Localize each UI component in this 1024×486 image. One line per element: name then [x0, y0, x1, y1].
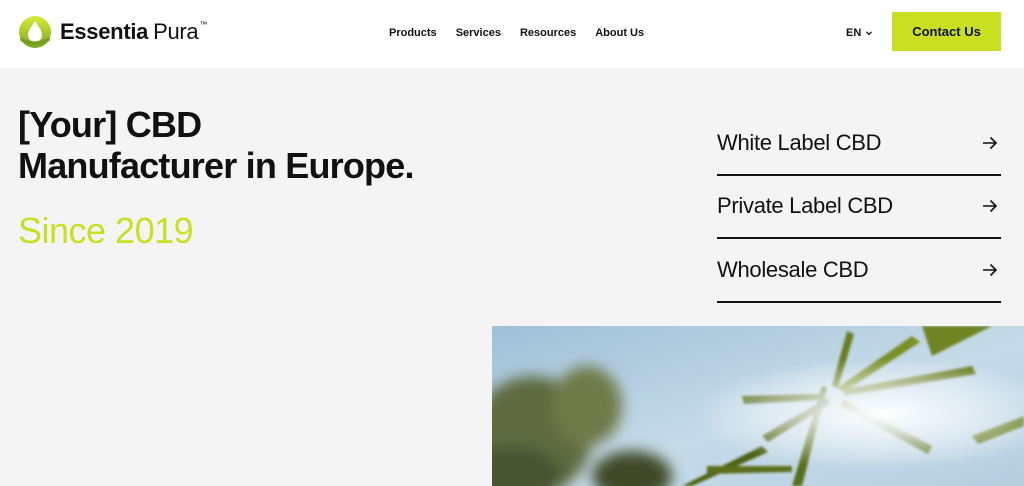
arrow-right-icon [983, 263, 998, 276]
hero-title: [Your] CBD Manufacturer in Europe. [18, 104, 488, 186]
nav-item-about-us[interactable]: About Us [595, 24, 644, 42]
nav-item-products[interactable]: Products [389, 24, 437, 42]
brand-trademark: ™ [199, 20, 208, 29]
hero-title-line2: Manufacturer in Europe. [18, 145, 414, 186]
link-label: White Label CBD [717, 129, 882, 155]
brand-name-part2: Pura [153, 19, 199, 44]
brand-wordmark: Essentia Pura ™ [60, 19, 207, 45]
chevron-down-icon [866, 31, 873, 36]
link-private-label-cbd[interactable]: Private Label CBD [717, 176, 1001, 239]
link-white-label-cbd[interactable]: White Label CBD [717, 112, 1001, 176]
link-wholesale-cbd[interactable]: Wholesale CBD [717, 239, 1001, 303]
arrow-right-icon [983, 200, 998, 213]
brand-logo[interactable]: Essentia Pura ™ [18, 14, 207, 50]
language-label: EN [846, 27, 862, 39]
contact-us-button[interactable]: Contact Us [892, 12, 1001, 51]
brand-name-part1: Essentia [60, 19, 149, 44]
language-selector[interactable]: EN [846, 24, 873, 42]
main-nav: Products Services Resources About Us [389, 24, 644, 42]
hero-title-line1: [Your] CBD [18, 104, 202, 145]
nav-item-services[interactable]: Services [456, 24, 501, 42]
link-label: Wholesale CBD [717, 256, 869, 282]
site-header: Essentia Pura ™ Products Services Resour… [0, 0, 1024, 68]
link-label: Private Label CBD [717, 193, 893, 219]
nav-item-resources[interactable]: Resources [520, 24, 576, 42]
hero-subtitle: Since 2019 [18, 210, 194, 251]
service-links: White Label CBD Private Label CBD Wholes… [717, 112, 1001, 303]
arrow-right-icon [983, 136, 998, 149]
hero-hemp-image [492, 326, 1024, 486]
logo-drop-icon [19, 16, 51, 48]
